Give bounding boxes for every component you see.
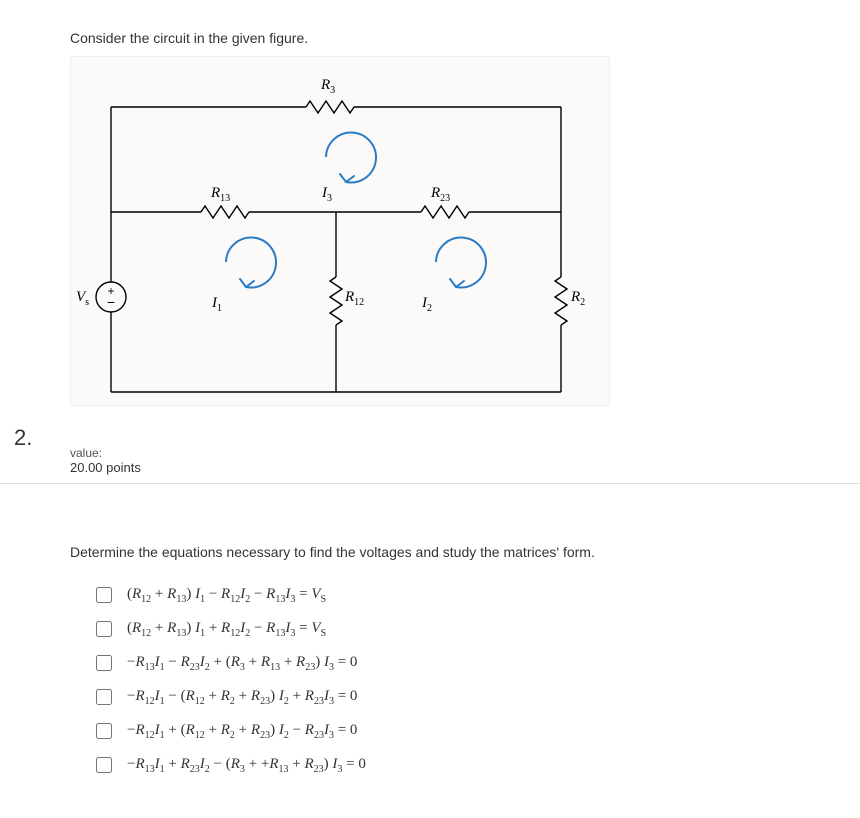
option-3-checkbox[interactable] [96, 655, 112, 671]
intro-text: Consider the circuit in the given figure… [70, 30, 840, 46]
label-r3: R3 [321, 77, 335, 96]
option-3[interactable]: −R13I1 − R23I2 + (R3 + R13 + R23) I3 = 0 [92, 652, 840, 674]
option-5[interactable]: −R12I1 + (R12 + R2 + R23) I2 − R23I3 = 0 [92, 720, 840, 742]
divider [0, 483, 860, 484]
option-6-label: −R13I1 + R23I2 − (R3 + +R13 + R23) I3 = … [127, 756, 366, 775]
option-2[interactable]: (R12 + R13) I1 + R12I2 − R13I3 = VS [92, 618, 840, 640]
option-4-label: −R12I1 − (R12 + R2 + R23) I2 + R23I3 = 0 [127, 688, 357, 707]
label-i3: I3 [322, 185, 332, 204]
label-vs: Vs [76, 289, 89, 308]
option-3-label: −R13I1 − R23I2 + (R3 + R13 + R23) I3 = 0 [127, 654, 357, 673]
option-1-checkbox[interactable] [96, 587, 112, 603]
question-prompt: Determine the equations necessary to fin… [70, 544, 840, 560]
option-4[interactable]: −R12I1 − (R12 + R2 + R23) I2 + R23I3 = 0 [92, 686, 840, 708]
svg-text:−: − [107, 294, 115, 310]
label-r12: R12 [345, 289, 364, 308]
answer-options: (R12 + R13) I1 − R12I2 − R13I3 = VS (R12… [70, 584, 840, 776]
label-r23: R23 [431, 185, 450, 204]
label-i2: I2 [422, 295, 432, 314]
option-2-label: (R12 + R13) I1 + R12I2 − R13I3 = VS [127, 620, 326, 639]
option-6-checkbox[interactable] [96, 757, 112, 773]
option-6[interactable]: −R13I1 + R23I2 − (R3 + +R13 + R23) I3 = … [92, 754, 840, 776]
label-r2: R2 [571, 289, 585, 308]
option-5-checkbox[interactable] [96, 723, 112, 739]
option-4-checkbox[interactable] [96, 689, 112, 705]
option-2-checkbox[interactable] [96, 621, 112, 637]
points-value: 20.00 points [70, 460, 840, 475]
value-label: value: [70, 446, 840, 460]
label-i1: I1 [212, 295, 222, 314]
question-meta: value: 20.00 points [70, 446, 840, 475]
option-1[interactable]: (R12 + R13) I1 − R12I2 − R13I3 = VS [92, 584, 840, 606]
label-r13: R13 [211, 185, 230, 204]
question-number: 2. [14, 425, 32, 451]
circuit-figure: + − R3 R13 R23 R12 R2 [70, 56, 610, 406]
option-5-label: −R12I1 + (R12 + R2 + R23) I2 − R23I3 = 0 [127, 722, 357, 741]
option-1-label: (R12 + R13) I1 − R12I2 − R13I3 = VS [127, 586, 326, 605]
